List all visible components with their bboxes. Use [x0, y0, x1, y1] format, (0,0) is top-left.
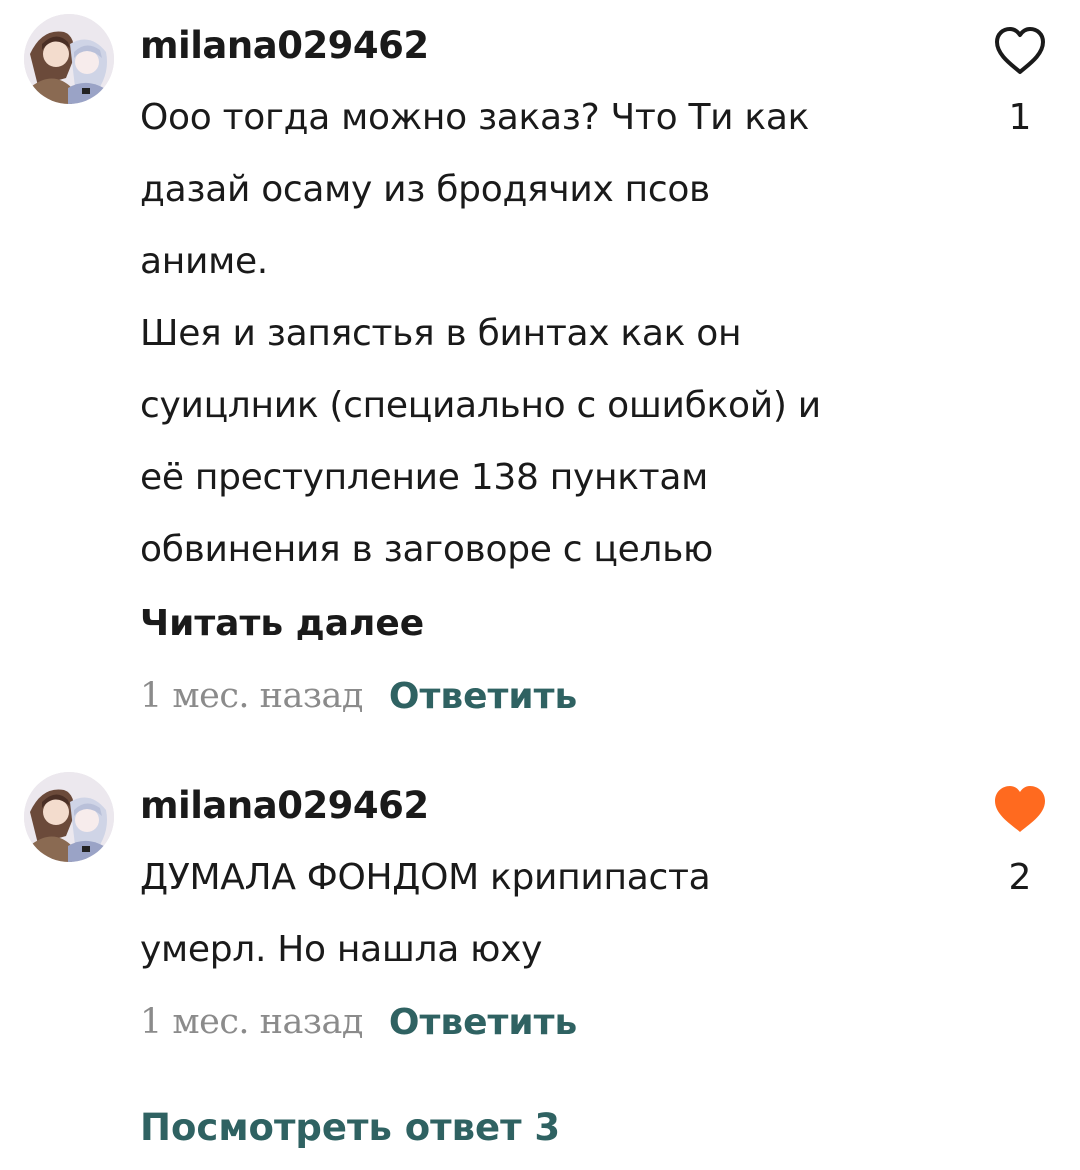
avatar[interactable] — [24, 14, 114, 104]
timestamp: 1 мес. назад — [140, 1002, 363, 1042]
comment-1: milana029462 Ооо тогда можно заказ? Что … — [0, 0, 1080, 740]
comment-text-line: обвинения в заговоре с целью — [140, 529, 714, 570]
avatar[interactable] — [24, 772, 114, 862]
comment-text-line: Шея и запястья в бинтах как он — [140, 313, 742, 354]
comment-text-line: аниме. — [140, 241, 268, 282]
comment-text: Ооо тогда можно заказ? Что Ти как дазай … — [140, 82, 960, 586]
comment-text-line: Ооо тогда можно заказ? Что Ти как — [140, 97, 810, 138]
timestamp: 1 мес. назад — [140, 676, 363, 716]
comment-meta: 1 мес. назад Ответить — [140, 998, 577, 1046]
reply-button[interactable]: Ответить — [389, 676, 577, 717]
comment-text-line: умерл. Но нашла юху — [140, 929, 543, 970]
heart-outline-icon[interactable] — [992, 25, 1048, 77]
heart-filled-icon[interactable] — [992, 784, 1048, 836]
username[interactable]: milana029462 — [140, 24, 429, 68]
comment-text-line: суицлник (специально с ошибкой) и — [140, 385, 821, 426]
reply-button[interactable]: Ответить — [389, 1002, 577, 1043]
like-count: 1 — [1008, 97, 1032, 138]
comment-text-line: ДУМАЛА ФОНДОМ крипипаста — [140, 857, 711, 898]
comment-text: ДУМАЛА ФОНДОМ крипипаста умерл. Но нашла… — [140, 842, 960, 986]
comment-text-line: дазай осаму из бродячих псов — [140, 169, 710, 210]
comment-text-line: её преступление 138 пунктам — [140, 457, 708, 498]
like-count: 2 — [1008, 857, 1032, 898]
view-replies-link[interactable]: Посмотреть ответ 3 — [140, 1104, 560, 1152]
comment-2: milana029462 ДУМАЛА ФОНДОМ крипипаста ум… — [0, 760, 1080, 1060]
username[interactable]: milana029462 — [140, 784, 429, 828]
comment-meta: 1 мес. назад Ответить — [140, 672, 577, 720]
read-more-link[interactable]: Читать далее — [140, 602, 424, 646]
